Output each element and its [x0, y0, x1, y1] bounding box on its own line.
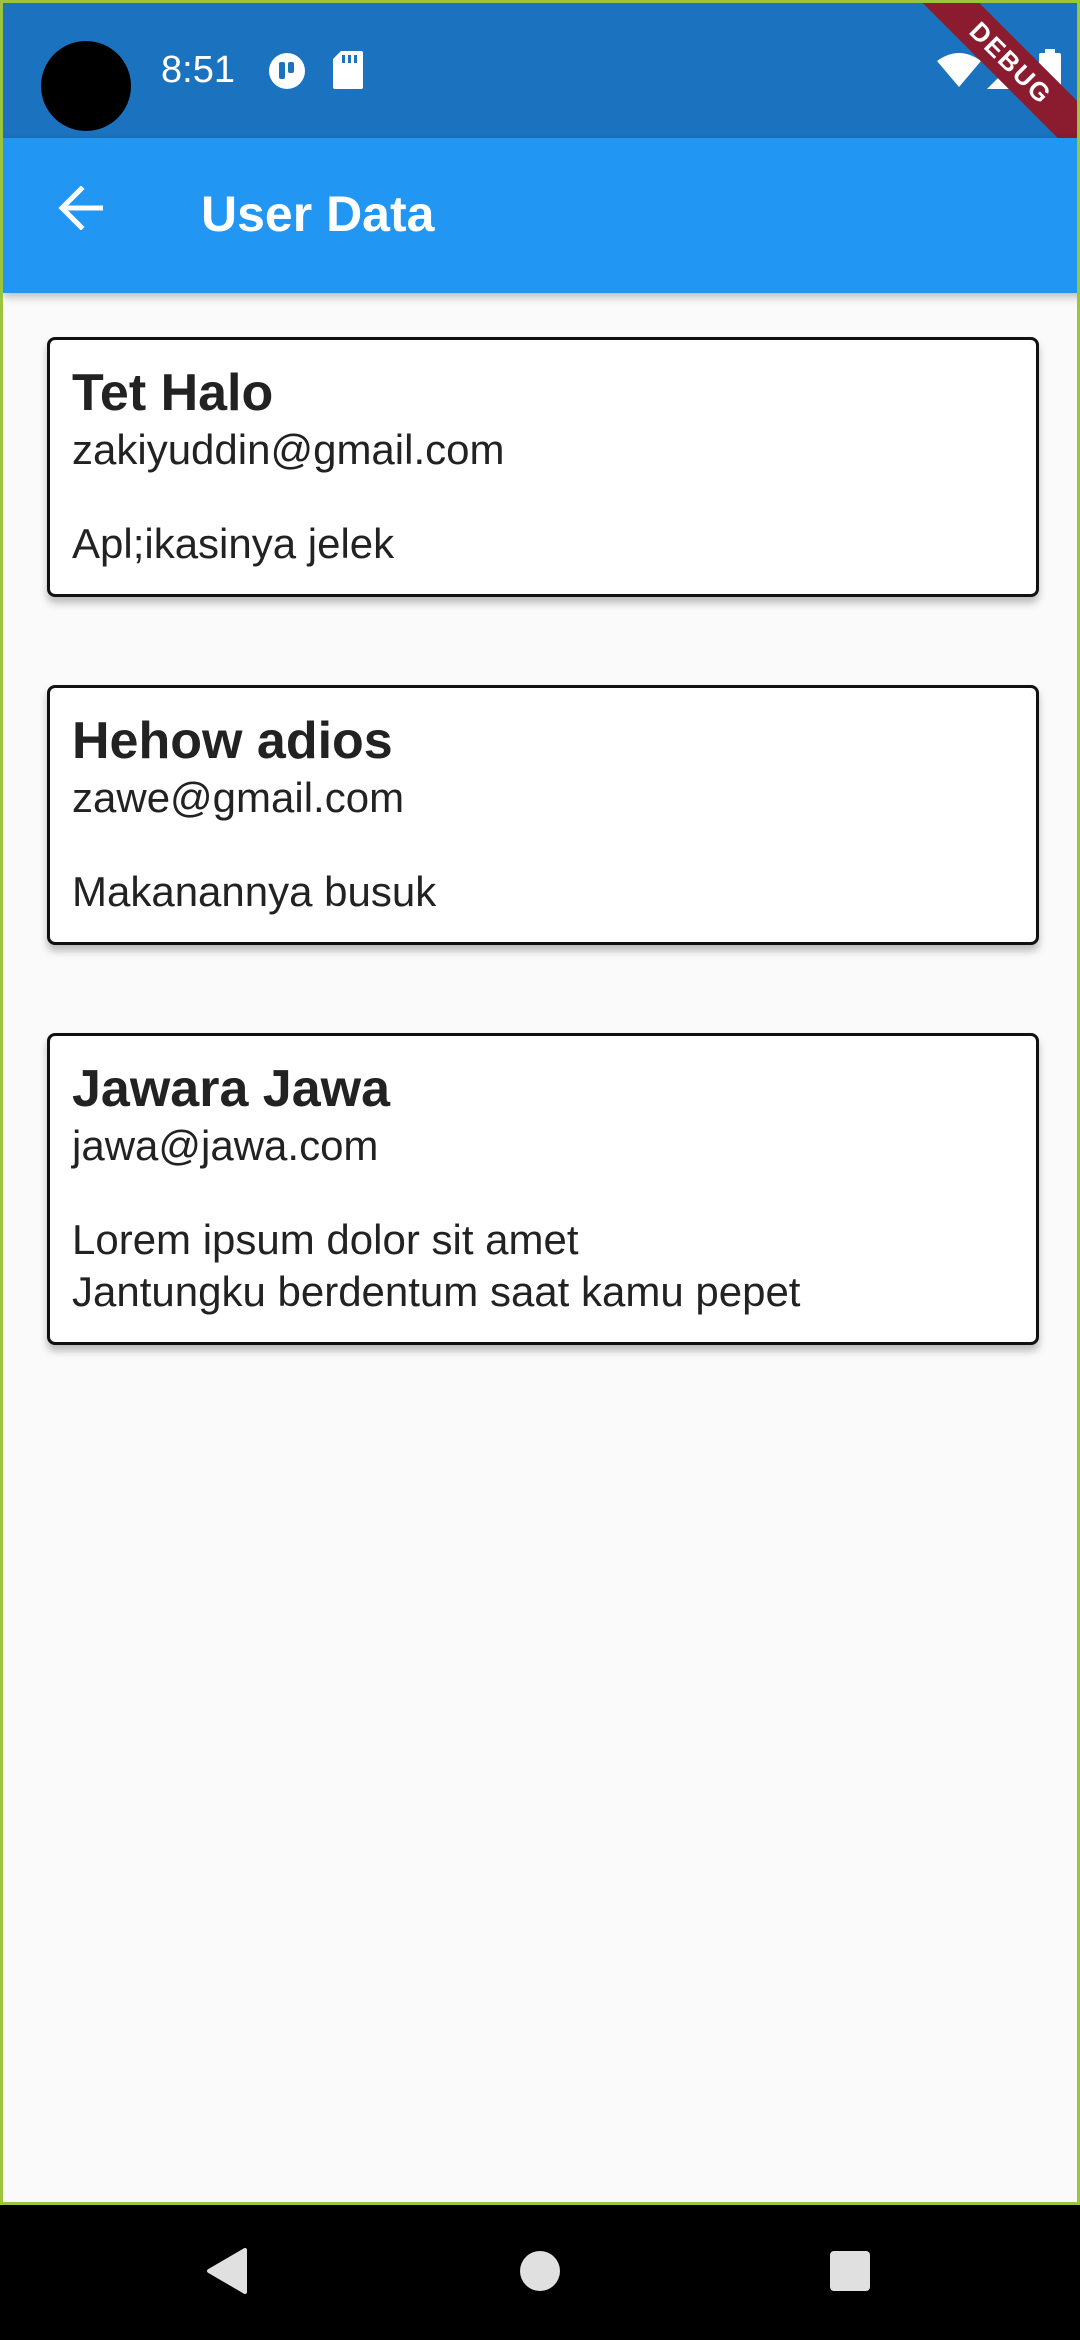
- user-card[interactable]: Hehow adios zawe@gmail.com Makanannya bu…: [47, 685, 1039, 945]
- wifi-icon: [937, 53, 981, 92]
- user-email: zakiyuddin@gmail.com: [72, 426, 505, 473]
- back-triangle-icon: [205, 2247, 251, 2299]
- nav-back-button[interactable]: [196, 2241, 260, 2305]
- status-bar: 8:51 DEBUG: [3, 3, 1077, 170]
- user-message: Makanannya busuk: [72, 868, 437, 915]
- nav-home-button[interactable]: [508, 2241, 572, 2305]
- arrow-back-icon: [57, 184, 105, 235]
- status-time: 8:51: [161, 49, 235, 91]
- notification-app-icon: [267, 51, 307, 96]
- user-card[interactable]: Tet Halo zakiyuddin@gmail.com Apl;ikasin…: [47, 337, 1039, 597]
- sd-card-icon: [333, 51, 363, 94]
- back-button[interactable]: [39, 168, 123, 252]
- user-name: Tet Halo: [72, 364, 274, 422]
- system-nav-bar: [0, 2205, 1080, 2340]
- user-message: Lorem ipsum dolor sit amet Jantungku ber…: [72, 1216, 801, 1315]
- app-screen: 8:51 DEBUG User Data Tet Halo zakiyuddin…: [0, 0, 1080, 2205]
- user-message: Apl;ikasinya jelek: [72, 520, 395, 567]
- app-bar: User Data: [3, 138, 1077, 293]
- user-list: Tet Halo zakiyuddin@gmail.com Apl;ikasin…: [47, 337, 1039, 1433]
- user-name: Hehow adios: [72, 712, 393, 770]
- page-title: User Data: [201, 186, 435, 242]
- camera-cutout: [41, 41, 131, 131]
- recents-square-icon: [828, 2249, 872, 2298]
- user-email: zawe@gmail.com: [72, 774, 405, 821]
- nav-recents-button[interactable]: [818, 2241, 882, 2305]
- user-email: jawa@jawa.com: [72, 1122, 379, 1169]
- home-circle-icon: [518, 2249, 562, 2298]
- user-card[interactable]: Jawara Jawa jawa@jawa.com Lorem ipsum do…: [47, 1033, 1039, 1345]
- user-name: Jawara Jawa: [72, 1060, 391, 1118]
